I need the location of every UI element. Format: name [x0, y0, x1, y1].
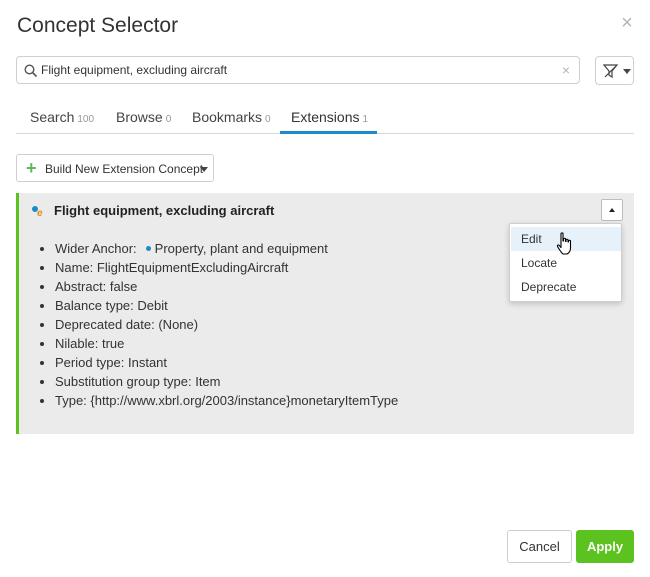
- chevron-down-icon: [200, 167, 208, 172]
- concept-title: Flight equipment, excluding aircraft: [54, 203, 275, 218]
- tab-search[interactable]: Search 100: [30, 104, 94, 134]
- search-input[interactable]: [41, 60, 541, 80]
- tab-label: Browse: [116, 109, 163, 125]
- concept-dot-icon: [145, 246, 151, 252]
- tab-label: Bookmarks: [192, 109, 263, 125]
- search-icon: [24, 64, 38, 78]
- apply-button[interactable]: Apply: [576, 530, 634, 563]
- tab-count: 100: [77, 114, 95, 125]
- clear-icon[interactable]: ×: [562, 63, 570, 77]
- tab-label: Extensions: [291, 109, 360, 125]
- extension-concept-icon: e: [32, 206, 46, 220]
- property-item: Substitution group type: Item: [40, 372, 398, 391]
- property-item: Balance type: Debit: [40, 296, 398, 315]
- dialog-title: Concept Selector: [17, 14, 179, 37]
- plus-icon: +: [26, 158, 37, 178]
- property-item: Deprecated date: (None): [40, 315, 398, 334]
- property-item: Type: {http://www.xbrl.org/2003/instance…: [40, 391, 398, 410]
- property-item: Abstract: false: [40, 277, 398, 296]
- search-field[interactable]: ×: [16, 56, 580, 84]
- property-item: Name: FlightEquipmentExcludingAircraft: [40, 258, 398, 277]
- tab-bookmarks[interactable]: Bookmarks 0: [192, 104, 271, 134]
- tab-count: 1: [362, 114, 369, 125]
- menu-item-deprecate[interactable]: Deprecate: [511, 275, 621, 299]
- tab-bar: Search 100 Browse 0 Bookmarks 0 Extensions 1: [16, 104, 634, 134]
- tab-label: Search: [30, 109, 75, 125]
- build-button-label: Build New Extension Concept: [45, 162, 204, 176]
- concept-properties-list: Wider Anchor: Property, plant and equipme…: [40, 239, 398, 410]
- tab-extensions[interactable]: Extensions 1: [291, 104, 368, 134]
- chevron-up-icon: [609, 208, 615, 212]
- chevron-down-icon: [623, 69, 631, 74]
- hand-cursor-icon: [556, 232, 572, 255]
- active-tab-indicator: [280, 131, 377, 134]
- build-new-extension-concept-button[interactable]: + Build New Extension Concept: [16, 154, 214, 182]
- property-item: Period type: Instant: [40, 353, 398, 372]
- tab-browse[interactable]: Browse 0: [116, 104, 171, 134]
- tab-count: 0: [165, 114, 172, 125]
- property-label: Wider Anchor:: [55, 241, 137, 256]
- cancel-button[interactable]: Cancel: [507, 530, 572, 563]
- property-wider-anchor: Wider Anchor: Property, plant and equipme…: [40, 239, 398, 258]
- close-icon[interactable]: ×: [619, 13, 635, 33]
- filter-button[interactable]: [595, 56, 634, 85]
- wider-anchor-link[interactable]: Property, plant and equipment: [155, 241, 328, 256]
- concept-menu-toggle-button[interactable]: [601, 199, 623, 221]
- property-item: Nilable: true: [40, 334, 398, 353]
- filter-icon: [603, 64, 619, 79]
- tab-count: 0: [265, 114, 271, 125]
